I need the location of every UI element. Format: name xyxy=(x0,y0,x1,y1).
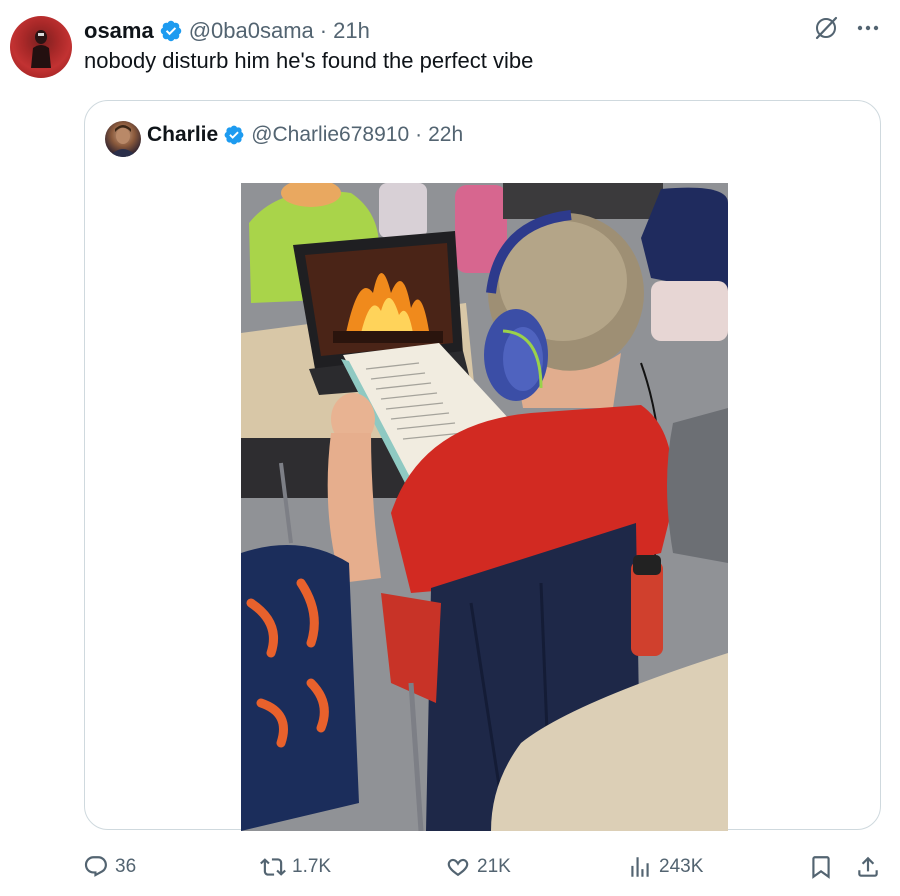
share-button[interactable] xyxy=(855,848,881,886)
share-icon xyxy=(858,856,878,877)
verified-badge-icon xyxy=(160,20,181,42)
author-avatar[interactable] xyxy=(10,16,72,78)
retweet-icon xyxy=(260,858,286,876)
more-icon[interactable] xyxy=(856,16,880,40)
reply-button[interactable]: 36 xyxy=(83,848,136,886)
separator-dot: · xyxy=(415,123,423,146)
views-button[interactable]: 243K xyxy=(627,848,703,886)
reply-icon xyxy=(84,856,107,877)
reply-count: 36 xyxy=(115,856,137,877)
tweet-timestamp[interactable]: 21h xyxy=(333,18,370,44)
quoted-author-name[interactable]: Charlie xyxy=(147,123,218,147)
heart-icon xyxy=(447,858,469,877)
author-line: osama @0ba0sama · 21h xyxy=(84,16,370,46)
quoted-avatar-figure xyxy=(109,125,137,157)
quoted-tweet-card[interactable]: Charlie @Charlie678910 · 22h xyxy=(84,100,881,831)
photo-illustration xyxy=(241,183,728,831)
author-name[interactable]: osama xyxy=(84,18,154,44)
retweet-count: 1.7K xyxy=(292,856,332,877)
bookmark-icon xyxy=(812,856,830,879)
tweet-text: nobody disturb him he's found the perfec… xyxy=(84,48,534,73)
quoted-tweet-timestamp[interactable]: 22h xyxy=(428,123,463,147)
views-count: 243K xyxy=(659,856,704,877)
separator-dot: · xyxy=(319,18,328,43)
author-handle[interactable]: @0ba0sama xyxy=(189,18,314,44)
grok-icon[interactable] xyxy=(812,14,840,42)
tweet-action-bar: 36 1.7K 21K 243K xyxy=(0,848,900,888)
quoted-author-handle[interactable]: @Charlie678910 xyxy=(251,123,409,147)
like-button[interactable]: 21K xyxy=(445,848,511,886)
quoted-tweet-photo[interactable] xyxy=(241,183,728,831)
verified-badge-icon xyxy=(224,125,244,145)
avatar-figure xyxy=(31,30,51,68)
bookmark-button[interactable] xyxy=(808,848,834,886)
quoted-author-line: Charlie @Charlie678910 · 22h xyxy=(147,123,463,147)
quoted-author-avatar[interactable] xyxy=(105,121,141,157)
like-count: 21K xyxy=(477,856,511,877)
tweet-top-actions xyxy=(812,14,880,42)
views-icon xyxy=(631,857,649,877)
retweet-button[interactable]: 1.7K xyxy=(260,848,331,886)
